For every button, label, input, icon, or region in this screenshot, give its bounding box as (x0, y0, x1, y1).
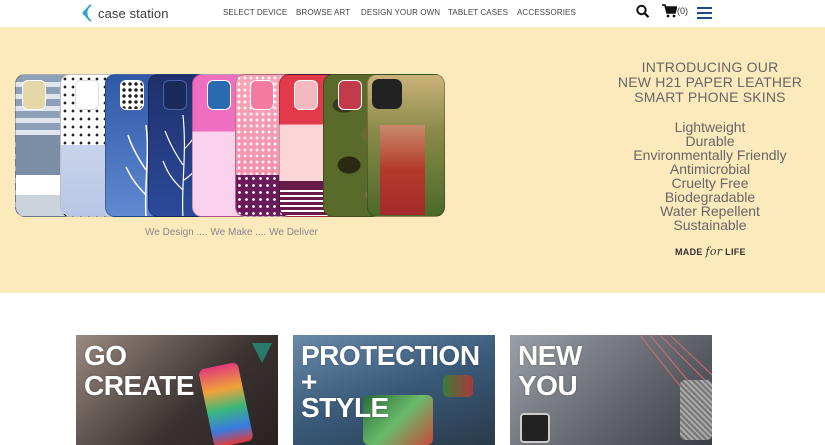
card-title-line: STYLE (301, 392, 389, 423)
card-title-line: CREATE (84, 370, 195, 401)
feature-item: Biodegradable (664, 189, 756, 205)
hero-heading-line: NEW H21 PAPER LEATHER (617, 74, 803, 90)
feature-item: Lightweight (674, 119, 746, 135)
card-title: GO CREATE (84, 340, 195, 401)
phone-image (680, 380, 712, 440)
nav-design-your-own[interactable]: DESIGN YOUR OWN (361, 8, 440, 17)
phone-skins-image (15, 74, 445, 217)
hero-heading-line: SMART PHONE SKINS (634, 89, 786, 105)
card-new-you[interactable]: NEW YOU (510, 335, 712, 445)
made-for-life-badge: MADE for LIFE (675, 245, 746, 258)
nav-accessories[interactable]: ACCESSORIES (517, 8, 576, 17)
feature-item: Water Repellent (660, 203, 760, 219)
feature-item: Antimicrobial (669, 161, 751, 177)
card-title-line: NEW (518, 340, 582, 371)
card-protection-style[interactable]: PROTECTION + STYLE (293, 335, 495, 445)
card-title-line: GO (84, 340, 127, 371)
hero-heading-line: INTRODUCING OUR (641, 59, 779, 75)
cart-icon (662, 4, 677, 18)
card-title: PROTECTION + STYLE (301, 341, 480, 423)
logo[interactable]: case station (80, 2, 169, 24)
search-icon[interactable] (636, 4, 650, 20)
hamburger-menu-icon[interactable] (697, 7, 712, 19)
card-title-line: + (301, 366, 317, 397)
phone-skin-photo (367, 74, 445, 217)
hero-intro: INTRODUCING OUR NEW H21 PAPER LEATHER SM… (590, 59, 825, 233)
card-title-line: PROTECTION (301, 340, 480, 371)
signal-waves-icon (82, 4, 92, 22)
badge-text: LIFE (722, 247, 746, 257)
nav-select-device[interactable]: SELECT DEVICE (223, 8, 287, 17)
card-title: NEW YOU (518, 341, 582, 401)
feature-item: Environmentally Friendly (633, 147, 787, 163)
feature-item: Durable (685, 133, 735, 149)
phone-image (198, 361, 254, 445)
hero-tagline: We Design .... We Make .... We Deliver (145, 227, 318, 238)
badge-script-text: for (705, 245, 723, 258)
badge-text: MADE (675, 247, 706, 257)
brand-name: case station (98, 5, 169, 21)
watch-image (520, 413, 550, 443)
cart-button[interactable]: (0) (662, 4, 688, 18)
hero-banner: We Design .... We Make .... We Deliver I… (0, 27, 825, 293)
card-title-line: YOU (518, 370, 578, 401)
feature-item: Sustainable (673, 217, 747, 233)
site-header: case station SELECT DEVICE BROWSE ART DE… (0, 0, 825, 27)
cart-count: (0) (677, 6, 688, 16)
nav-browse-art[interactable]: BROWSE ART (296, 8, 350, 17)
triangle-decor (252, 343, 272, 363)
nav-tablet-cases[interactable]: TABLET CASES (448, 8, 508, 17)
feature-item: Cruelty Free (671, 175, 749, 191)
card-go-create[interactable]: GO CREATE (76, 335, 278, 445)
